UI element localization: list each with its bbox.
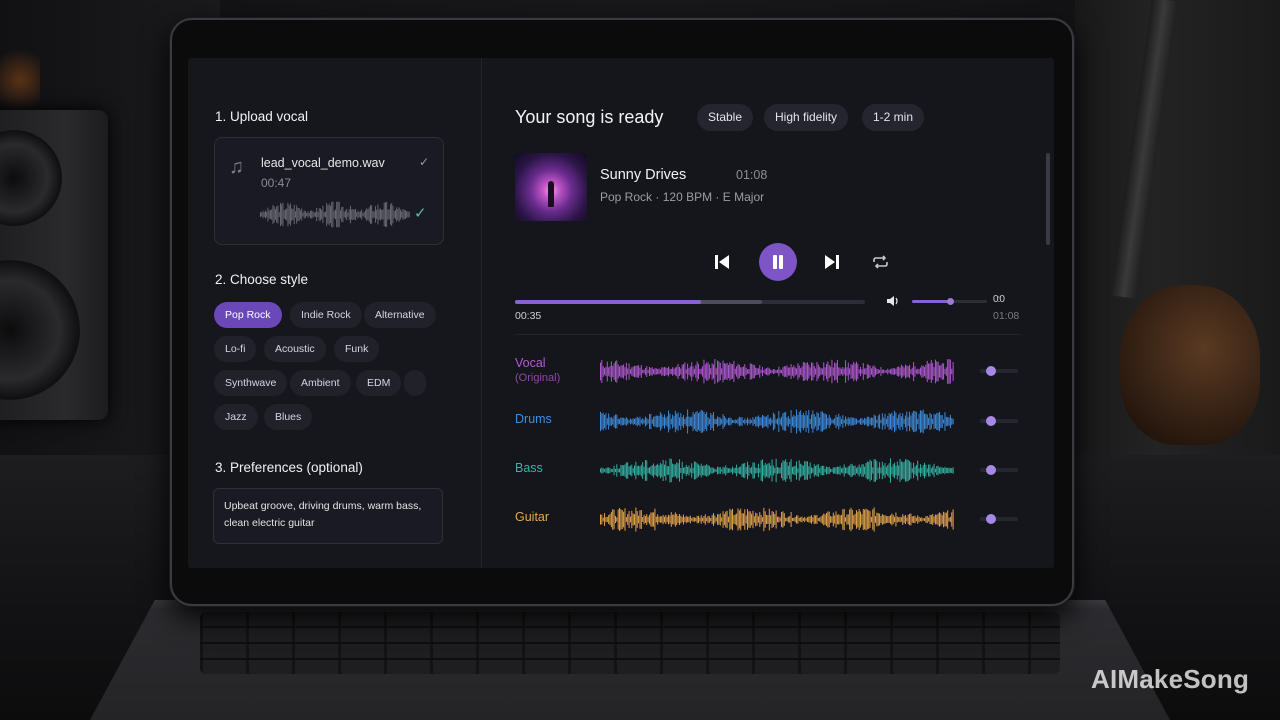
track-name: Vocal — [515, 356, 546, 370]
waveform-bass[interactable] — [600, 457, 954, 483]
track-volume-slider-vocal[interactable] — [980, 366, 1018, 376]
scrollbar[interactable] — [1046, 153, 1050, 245]
style-chip-ambient[interactable]: Ambient — [290, 370, 351, 396]
speaker-tweeter — [0, 130, 62, 226]
check-icon: ✓ — [414, 205, 427, 222]
input-panel: 1. Upload vocal ♫ lead_vocal_demo.wav 00… — [188, 58, 482, 568]
track-sub-label: (Original) — [515, 372, 561, 384]
album-art — [515, 153, 587, 221]
style-chip-indie-rock[interactable]: Indie Rock — [290, 302, 362, 328]
badge-duration: 1-2 min — [862, 104, 925, 131]
song-key: E Major — [722, 190, 765, 204]
style-chip-pop-rock[interactable]: Pop Rock — [214, 302, 282, 328]
track-label-drums: Drums — [515, 412, 552, 426]
song-meta: Pop Rock · 120 BPM · E Major — [600, 190, 764, 204]
style-chip-blues[interactable]: Blues — [264, 404, 313, 430]
track-volume-slider-drums[interactable] — [980, 416, 1018, 426]
badge-high-fidelity: High fidelity — [764, 104, 849, 131]
track-volume-knob[interactable] — [985, 416, 996, 426]
waveform-drums[interactable] — [600, 408, 954, 434]
style-chip-edm[interactable]: EDM — [356, 370, 402, 396]
style-chip-lo-fi[interactable]: Lo-fi — [214, 336, 257, 362]
speaker — [0, 110, 108, 420]
repeat-icon[interactable] — [872, 255, 889, 269]
volume-value: 0:0 — [993, 294, 1005, 305]
badge-stable: Stable — [697, 104, 754, 131]
speaker-woofer — [0, 260, 80, 400]
track-volume-slider-bass[interactable] — [980, 465, 1018, 475]
lamp-glow — [0, 40, 40, 120]
waveform-guitar[interactable] — [600, 506, 954, 532]
progress-fill — [515, 300, 702, 304]
track-label-guitar: Guitar — [515, 510, 549, 524]
preferences-section-title: 3. Preferences (optional) — [215, 460, 363, 475]
track-name: Bass — [515, 461, 543, 475]
song-bpm: 120 BPM — [662, 190, 713, 204]
track-name: Guitar — [515, 510, 550, 524]
watermark-logo: AIMakeSong — [1091, 664, 1250, 694]
waveform-vocal[interactable] — [600, 358, 954, 384]
style-chip-acoustic[interactable]: Acoustic — [264, 336, 326, 362]
skip-previous-icon[interactable] — [714, 254, 730, 270]
style-chip-more[interactable] — [404, 370, 426, 396]
pause-button[interactable] — [759, 243, 797, 281]
file-duration: 00:47 — [261, 176, 292, 190]
track-volume-knob[interactable] — [985, 514, 996, 524]
track-label-bass: Bass — [515, 461, 543, 475]
style-chip-synthwave[interactable]: Synthwave — [214, 370, 288, 396]
track-name: Drums — [515, 412, 552, 426]
track-volume-knob[interactable] — [985, 465, 996, 475]
style-section-title: 2. Choose style — [215, 272, 309, 287]
style-chip-alternative[interactable]: Alternative — [364, 302, 436, 328]
time-current: 00:35 — [515, 310, 542, 322]
guitar-body — [1120, 285, 1260, 445]
meta-separator: · — [655, 190, 660, 204]
time-total: 01:08 — [993, 310, 1020, 322]
song-duration: 01:08 — [736, 168, 768, 182]
song-title: Sunny Drives — [600, 167, 687, 183]
file-waveform — [260, 201, 410, 228]
uploaded-file-card[interactable]: ♫ lead_vocal_demo.wav 00:47 ✓ ✓ — [214, 137, 444, 245]
upload-section-title: 1. Upload vocal — [215, 109, 309, 124]
volume-fill — [912, 300, 950, 303]
style-chip-funk[interactable]: Funk — [334, 336, 380, 362]
music-note-icon: ♫ — [229, 156, 244, 178]
volume-icon[interactable] — [886, 295, 900, 307]
track-volume-slider-guitar[interactable] — [980, 514, 1018, 524]
check-icon: ✓ — [419, 155, 430, 169]
volume-slider[interactable] — [912, 298, 987, 305]
divider — [515, 334, 1021, 335]
meta-separator: · — [715, 190, 720, 204]
style-chip-jazz[interactable]: Jazz — [214, 404, 258, 430]
laptop-keyboard — [200, 612, 1060, 674]
file-name: lead_vocal_demo.wav — [261, 156, 385, 170]
preferences-input[interactable]: Upbeat groove, driving drums, warm bass,… — [213, 488, 443, 544]
volume-knob[interactable] — [946, 298, 954, 305]
result-heading: Your song is ready — [515, 107, 664, 127]
track-volume-knob[interactable] — [985, 366, 996, 376]
app-screen: 1. Upload vocal ♫ lead_vocal_demo.wav 00… — [188, 58, 1054, 568]
progress-bar[interactable] — [515, 300, 865, 304]
skip-next-icon[interactable] — [824, 254, 840, 270]
track-label-vocal: Vocal (Original) — [515, 356, 560, 385]
song-genre: Pop Rock — [600, 190, 653, 204]
